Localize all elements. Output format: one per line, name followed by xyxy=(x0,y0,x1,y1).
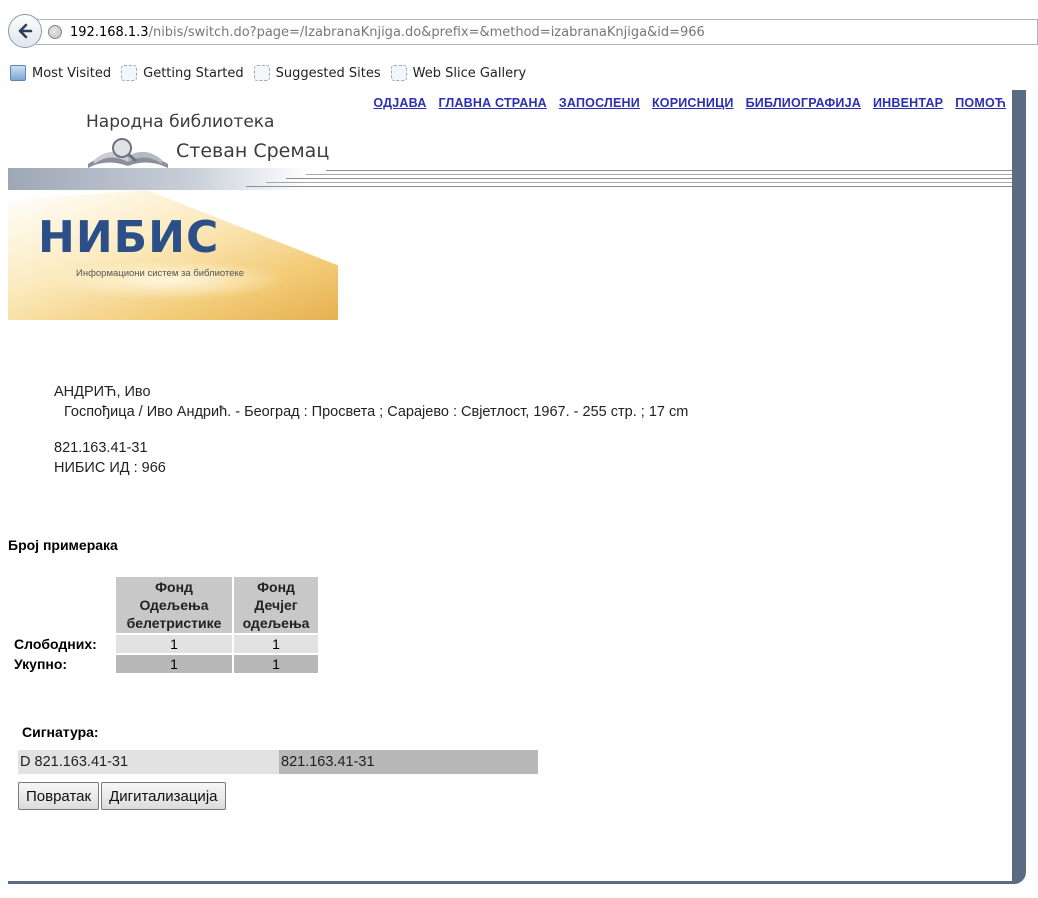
nav-home[interactable]: ГЛАВНА СТРАНА xyxy=(439,96,547,110)
nibis-logo-subtitle: Информациони систем за библиотеке xyxy=(76,268,245,279)
page-icon xyxy=(10,65,26,81)
address-bar[interactable]: 192.168.1.3/nibis/switch.do?page=/Izabra… xyxy=(36,19,1038,45)
bookmark-icon xyxy=(253,65,270,81)
bookmark-label: Most Visited xyxy=(32,65,112,81)
record-nibis-id: НИБИС ИД : 966 xyxy=(54,460,166,476)
row-label-total: Укупно: xyxy=(14,656,68,672)
table-corner xyxy=(10,577,114,633)
divider xyxy=(306,174,1012,175)
back-button[interactable] xyxy=(8,14,42,48)
bookmark-icon xyxy=(121,65,138,81)
url-path: /nibis/switch.do?page=/IzabranaKnjiga.do… xyxy=(148,24,705,40)
column-header-fiction: Фонд Одељења белетристике xyxy=(116,577,232,633)
table-header-row: Фонд Одељења белетристике Фонд Дечјег од… xyxy=(10,577,318,633)
book-icon xyxy=(88,138,168,168)
bookmark-web-slice-gallery[interactable]: Web Slice Gallery xyxy=(390,65,527,81)
back-arrow-icon xyxy=(18,23,33,39)
back-button[interactable]: Повратак xyxy=(18,782,100,810)
divider xyxy=(326,170,1012,171)
signature-children: 821.163.41-31 xyxy=(279,750,538,774)
nav-logout[interactable]: ОДЈАВА xyxy=(373,96,426,110)
row-label-available: Слободних: xyxy=(14,636,97,652)
cell-total-fiction: 1 xyxy=(116,655,232,673)
column-header-text: одељења xyxy=(242,615,310,631)
signature-heading: Сигнатура: xyxy=(22,724,99,740)
copies-table: Фонд Одељења белетристике Фонд Дечјег од… xyxy=(8,575,320,675)
bookmark-getting-started[interactable]: Getting Started xyxy=(121,65,244,81)
signature-row: D 821.163.41-31 821.163.41-31 xyxy=(18,750,538,774)
column-header-text: Одељења xyxy=(139,597,209,613)
column-header-text: Фонд xyxy=(155,579,193,595)
bookmarks-bar: Most Visited Getting Started Suggested S… xyxy=(0,60,1038,86)
cell-total-children: 1 xyxy=(234,655,318,673)
top-navigation: ОДЈАВА ГЛАВНА СТРАНА ЗАПОСЛЕНИ КОРИСНИЦИ… xyxy=(373,96,1006,110)
column-header-children: Фонд Дечјег одељења xyxy=(234,577,318,633)
action-buttons: Повратак Дигитализација xyxy=(18,782,226,810)
bookmark-most-visited[interactable]: Most Visited xyxy=(10,65,111,81)
globe-icon xyxy=(48,25,62,39)
bookmark-label: Getting Started xyxy=(143,65,244,81)
cell-available-children: 1 xyxy=(234,635,318,653)
address-row: 192.168.1.3/nibis/switch.do?page=/Izabra… xyxy=(0,12,1038,52)
page-content: ОДЈАВА ГЛАВНА СТРАНА ЗАПОСЛЕНИ КОРИСНИЦИ… xyxy=(8,90,1026,884)
bookmark-suggested-sites[interactable]: Suggested Sites xyxy=(253,65,381,81)
nibis-logo: НИБИС Информациони систем за библиотеке xyxy=(8,190,338,320)
bookmark-icon xyxy=(390,65,407,81)
nibis-logo-glow xyxy=(48,260,288,300)
nav-users[interactable]: КОРИСНИЦИ xyxy=(652,96,734,110)
column-header-text: Дечјег xyxy=(254,597,298,613)
bibliographic-record: АНДРИЋ, Иво Госпођица / Иво Андрић. - Бе… xyxy=(54,382,688,478)
record-author: АНДРИЋ, Иво xyxy=(54,384,151,400)
url-host: 192.168.1.3 xyxy=(70,24,149,40)
signature-fiction: D 821.163.41-31 xyxy=(18,750,279,774)
table-row: Укупно: 1 1 xyxy=(10,655,318,673)
library-name-line2: Стеван Сремац xyxy=(176,140,330,162)
browser-chrome: 192.168.1.3/nibis/switch.do?page=/Izabra… xyxy=(0,0,1038,90)
nav-help[interactable]: ПОМОЋ xyxy=(955,96,1006,110)
nibis-logo-title: НИБИС xyxy=(38,212,220,263)
record-classification: 821.163.41-31 xyxy=(54,440,148,456)
divider xyxy=(286,178,1012,179)
nav-inventory[interactable]: ИНВЕНТАР xyxy=(873,96,943,110)
divider xyxy=(246,186,1012,187)
column-header-text: белетристике xyxy=(126,615,222,631)
cell-available-fiction: 1 xyxy=(116,635,232,653)
library-logo: Народна библиотека Стеван Сремац xyxy=(74,112,374,168)
digitize-button[interactable]: Дигитализација xyxy=(101,782,226,810)
column-header-text: Фонд xyxy=(257,579,295,595)
copies-heading: Број примерака xyxy=(8,537,118,553)
divider xyxy=(266,182,1012,183)
header-band xyxy=(8,168,1012,190)
library-name-line1: Народна библиотека xyxy=(86,112,275,132)
table-row: Слободних: 1 1 xyxy=(10,635,318,653)
bookmark-label: Suggested Sites xyxy=(275,65,381,81)
nav-bibliography[interactable]: БИБЛИОГРАФИЈА xyxy=(746,96,861,110)
record-description: Госпођица / Иво Андрић. - Београд : Прос… xyxy=(64,404,689,420)
nav-employees[interactable]: ЗАПОСЛЕНИ xyxy=(559,96,640,110)
bookmark-label: Web Slice Gallery xyxy=(412,65,527,81)
